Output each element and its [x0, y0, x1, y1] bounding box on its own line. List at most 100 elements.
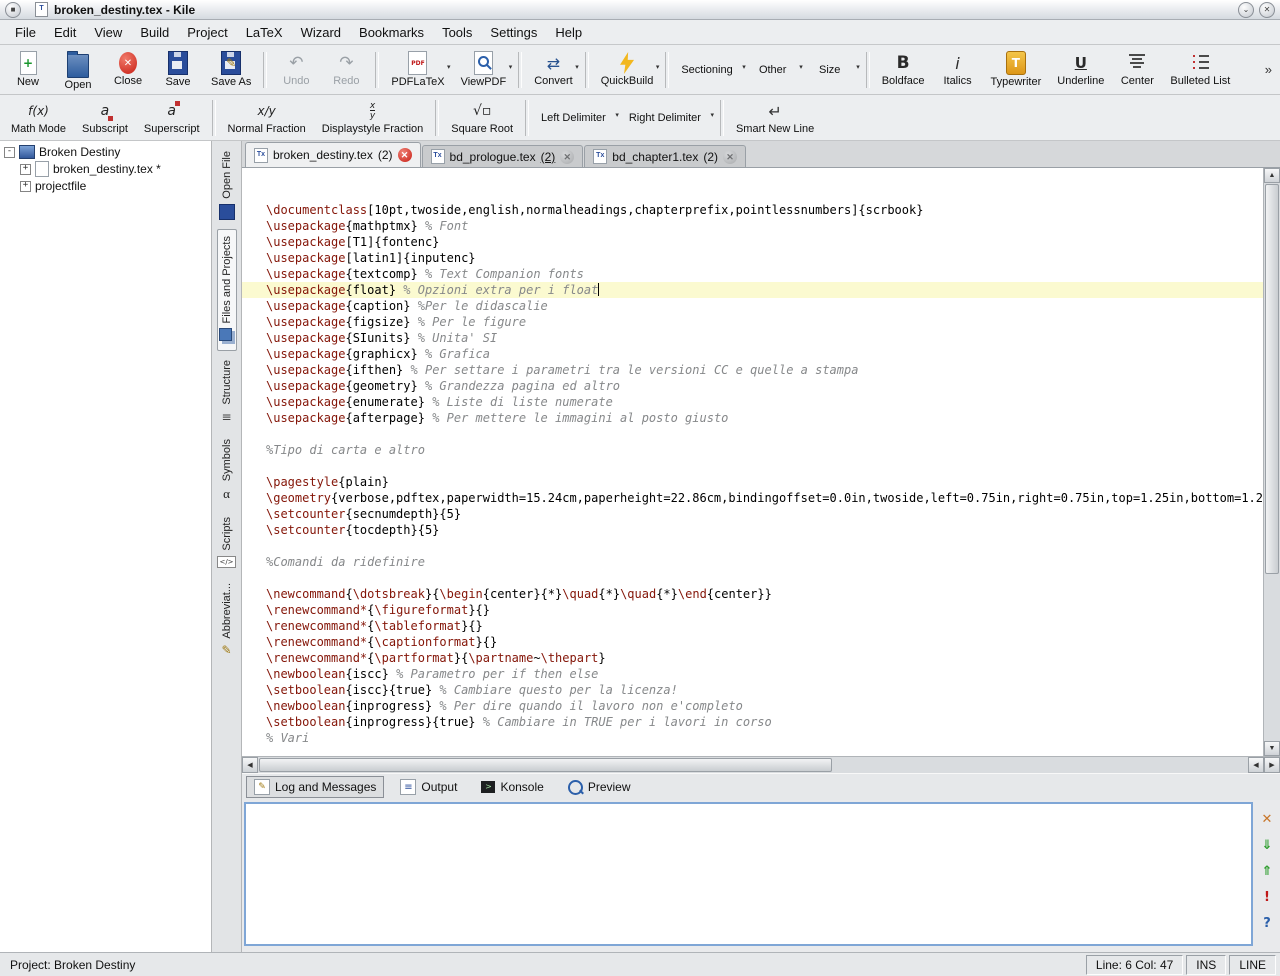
errors-icon[interactable]: ! — [1264, 890, 1270, 905]
editor-tab-broken-destiny-tex[interactable]: Txbroken_destiny.tex (2)✕ — [245, 142, 421, 167]
code-line[interactable]: %Tipo di carta e altro — [242, 442, 1263, 458]
vertical-scroll-thumb[interactable] — [1265, 184, 1279, 574]
code-line[interactable]: \usepackage{afterpage} % Per mettere le … — [242, 410, 1263, 426]
bottom-tab-log-and-messages[interactable]: ✎Log and Messages — [246, 776, 384, 798]
code-line[interactable]: \setboolean{iscc}{true} % Cambiare quest… — [242, 682, 1263, 698]
code-editor[interactable]: \documentclass[10pt,twoside,english,norm… — [242, 168, 1263, 756]
convert-button[interactable]: ⇄Convert▾ — [527, 47, 580, 93]
code-line[interactable]: \geometry{verbose,pdftex,paperwidth=15.2… — [242, 490, 1263, 506]
bulleted-list-button[interactable]: Bulleted List — [1163, 47, 1237, 93]
code-line[interactable]: \renewcommand*{\partformat}{\partname~\t… — [242, 650, 1263, 666]
log-messages-panel[interactable] — [244, 802, 1253, 946]
open-button[interactable]: Open — [54, 47, 102, 93]
new-button[interactable]: +New — [4, 47, 52, 93]
code-line[interactable] — [242, 538, 1263, 554]
code-line[interactable]: % Vari — [242, 730, 1263, 746]
menu-wizard[interactable]: Wizard — [292, 22, 350, 43]
sidebar-tab-symbols[interactable]: Symbolsα — [220, 433, 234, 508]
close-tab-icon[interactable]: ✕ — [723, 150, 737, 164]
code-line[interactable]: \setcounter{tocdepth}{5} — [242, 522, 1263, 538]
bottom-tab-konsole[interactable]: >Konsole — [473, 777, 551, 797]
menu-edit[interactable]: Edit — [45, 22, 85, 43]
typewriter-button[interactable]: TTypewriter — [984, 47, 1049, 93]
vertical-scrollbar[interactable]: ▲ ▼ — [1263, 168, 1280, 756]
menu-tools[interactable]: Tools — [433, 22, 481, 43]
code-line[interactable]: \usepackage{SIunits} % Unita' SI — [242, 330, 1263, 346]
tree-expander[interactable]: - — [4, 147, 15, 158]
sidebar-tab-open-file[interactable]: Open File — [218, 145, 236, 226]
superscript-button[interactable]: aSuperscript — [137, 95, 207, 141]
normal-fraction-button[interactable]: x/yNormal Fraction — [221, 95, 313, 141]
menu-build[interactable]: Build — [131, 22, 178, 43]
sidebar-tab-abbreviat[interactable]: Abbreviat...✎ — [220, 577, 234, 664]
tree-expander[interactable]: + — [20, 164, 31, 175]
other-button[interactable]: Other▾ — [749, 47, 804, 93]
code-line[interactable]: \usepackage{enumerate} % Liste di liste … — [242, 394, 1263, 410]
status-selection-mode[interactable]: LINE — [1229, 955, 1276, 975]
code-line[interactable]: \renewcommand*{\tableformat}{} — [242, 618, 1263, 634]
tree-expander[interactable]: + — [20, 181, 31, 192]
code-line[interactable]: \usepackage{textcomp} % Text Companion f… — [242, 266, 1263, 282]
code-line[interactable]: \newboolean{inprogress} % Per dire quand… — [242, 698, 1263, 714]
editor-tab-bd-chapter1-tex[interactable]: Txbd_chapter1.tex (2)✕ — [584, 145, 746, 167]
code-line[interactable]: \renewcommand*{\captionformat}{} — [242, 634, 1263, 650]
code-line[interactable] — [242, 746, 1263, 756]
quickbuild-button[interactable]: QuickBuild▾ — [594, 47, 661, 93]
code-line[interactable]: \renewcommand*{\figureformat}{} — [242, 602, 1263, 618]
scroll-up-icon[interactable]: ▲ — [1264, 168, 1280, 183]
menu-view[interactable]: View — [85, 22, 131, 43]
code-line[interactable]: \usepackage{geometry} % Grandezza pagina… — [242, 378, 1263, 394]
left-delimiter-button[interactable]: Left Delimiter▾ — [534, 95, 620, 141]
tree-item-broken-destiny-tex[interactable]: +broken_destiny.tex * — [0, 160, 211, 178]
scroll-right-icon[interactable]: ▶ — [1264, 757, 1280, 773]
close-button[interactable]: ✕Close — [104, 47, 152, 93]
code-line[interactable]: \usepackage{mathptmx} % Font — [242, 218, 1263, 234]
menu-settings[interactable]: Settings — [481, 22, 546, 43]
boldface-button[interactable]: BBoldface — [875, 47, 932, 93]
displaystyle-fraction-button[interactable]: Displaystyle Fraction — [315, 95, 430, 141]
help-icon[interactable]: ? — [1263, 916, 1271, 931]
code-line[interactable]: \setcounter{secnumdepth}{5} — [242, 506, 1263, 522]
viewpdf-button[interactable]: ViewPDF▾ — [454, 47, 514, 93]
next-issue-icon[interactable]: ⇓ — [1262, 838, 1273, 853]
bottom-tab-preview[interactable]: Preview — [560, 777, 639, 798]
menu-bookmarks[interactable]: Bookmarks — [350, 22, 433, 43]
code-line[interactable] — [242, 570, 1263, 586]
code-line[interactable] — [242, 458, 1263, 474]
bottom-tab-output[interactable]: ≡Output — [392, 776, 465, 798]
sidebar-tab-files-and-projects[interactable]: Files and Projects — [217, 229, 237, 351]
tree-item-projectfile[interactable]: +projectfile — [0, 178, 211, 194]
code-line[interactable]: \usepackage{ifthen} % Per settare i para… — [242, 362, 1263, 378]
hide-panel-icon[interactable]: ✕ — [1262, 812, 1273, 827]
subscript-button[interactable]: aSubscript — [75, 95, 135, 141]
horizontal-scrollbar[interactable]: ◀ ◀ ▶ — [242, 756, 1280, 773]
code-line[interactable]: \documentclass[10pt,twoside,english,norm… — [242, 202, 1263, 218]
sidebar-tab-structure[interactable]: Structure≡ — [220, 354, 234, 430]
window-menu-button[interactable]: ■ — [5, 2, 21, 18]
toolbar-overflow-button[interactable]: » — [1261, 62, 1276, 77]
code-line[interactable]: \usepackage{figsize} % Per le figure — [242, 314, 1263, 330]
underline-button[interactable]: UUnderline — [1050, 47, 1111, 93]
menu-project[interactable]: Project — [178, 22, 236, 43]
horizontal-scroll-thumb[interactable] — [259, 758, 832, 772]
menu-help[interactable]: Help — [546, 22, 591, 43]
italics-button[interactable]: iItalics — [934, 47, 982, 93]
code-line[interactable]: %Comandi da ridefinire — [242, 554, 1263, 570]
previous-issue-icon[interactable]: ⇑ — [1262, 864, 1273, 879]
scroll-left-icon[interactable]: ◀ — [242, 757, 258, 773]
code-line[interactable]: \usepackage{graphicx} % Grafica — [242, 346, 1263, 362]
status-insert-mode[interactable]: INS — [1186, 955, 1226, 975]
code-line[interactable]: \usepackage{caption} %Per le didascalie — [242, 298, 1263, 314]
window-close-button[interactable]: ✕ — [1259, 2, 1275, 18]
close-tab-icon[interactable]: ✕ — [398, 148, 412, 162]
save-button[interactable]: Save — [154, 47, 202, 93]
code-line[interactable]: \newcommand{\dotsbreak}{\begin{center}{*… — [242, 586, 1263, 602]
square-root-button[interactable]: √▫Square Root — [444, 95, 520, 141]
sectioning-button[interactable]: Sectioning▾ — [674, 47, 746, 93]
editor-tab-bd-prologue-tex[interactable]: Txbd_prologue.tex (2)✕ — [422, 145, 584, 167]
close-tab-icon[interactable]: ✕ — [560, 150, 574, 164]
right-delimiter-button[interactable]: Right Delimiter▾ — [622, 95, 715, 141]
scroll-down-icon[interactable]: ▼ — [1264, 741, 1280, 756]
code-line[interactable] — [242, 426, 1263, 442]
menu-latex[interactable]: LaTeX — [237, 22, 292, 43]
